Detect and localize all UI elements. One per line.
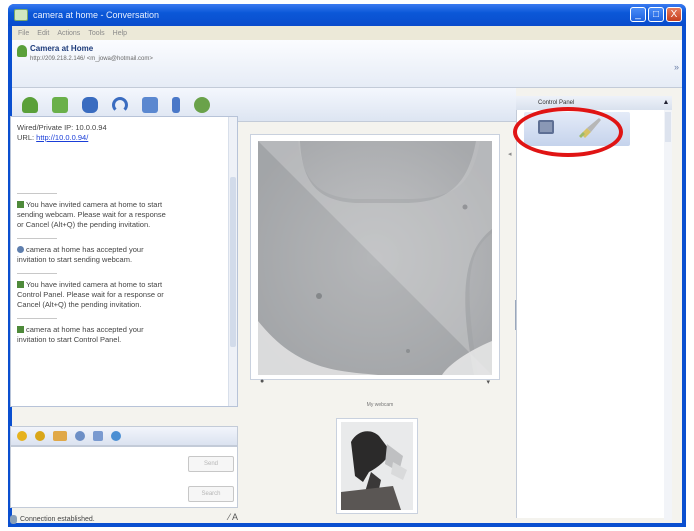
send-button[interactable]: Send [188, 456, 234, 472]
message-text: Cancel (Alt+Q) the pending invitation. [17, 300, 142, 309]
activities-icon[interactable] [194, 96, 210, 113]
my-webcam-preview [341, 422, 413, 510]
connection-icon [10, 514, 17, 524]
maximize-button[interactable]: □ [648, 7, 664, 22]
invite-icon[interactable] [22, 96, 38, 113]
menu-help[interactable]: Help [113, 30, 127, 37]
message-text: sending webcam. Please wait for a respon… [17, 210, 166, 219]
contact-name[interactable]: Camera at Home [30, 44, 93, 53]
webcam-invite-icon [17, 201, 24, 208]
message-divider [17, 273, 57, 274]
block-icon[interactable] [172, 96, 180, 113]
control-panel-scrollbar[interactable] [664, 110, 672, 520]
chat-message: camera at home has accepted your invitat… [17, 325, 225, 345]
share-icon[interactable] [142, 96, 158, 113]
contact-status-icon [17, 45, 27, 57]
video-options-arrow-icon[interactable]: ▾ [486, 378, 490, 386]
compose-toolbar [10, 426, 238, 446]
url-line: URL: http://10.0.0.94/ [17, 133, 225, 143]
chat-scroll-thumb[interactable] [230, 177, 236, 347]
font-icon[interactable] [93, 431, 103, 441]
voice-clip-icon[interactable] [75, 431, 85, 441]
ip-line: Wired/Private IP: 10.0.0.94 [17, 123, 107, 132]
message-text: invitation to start sending webcam. [17, 255, 133, 264]
status-tools[interactable]: ⁄ A [228, 512, 238, 522]
message-text: Control Panel. Please wait for a respons… [17, 290, 164, 299]
wink-icon[interactable] [35, 431, 45, 441]
menu-actions[interactable]: Actions [57, 30, 80, 37]
window-title: camera at home - Conversation [33, 10, 160, 20]
webcam-icon[interactable] [82, 96, 98, 113]
url-link[interactable]: http://10.0.0.94/ [36, 133, 88, 142]
status-text: Connection established. [20, 515, 95, 523]
menu-file[interactable]: File [18, 30, 29, 37]
emoticon-icon[interactable] [17, 431, 27, 441]
info-icon [17, 246, 24, 253]
message-text: You have invited camera at home to start [26, 200, 163, 209]
chat-message: You have invited camera at home to start… [17, 200, 225, 230]
message-text: camera at home has accepted your [26, 325, 144, 334]
expand-arrow-icon[interactable]: » [674, 62, 679, 72]
message-divider [17, 193, 57, 194]
search-button[interactable]: Search [188, 486, 234, 502]
chat-message: You have invited camera at home to start… [17, 280, 225, 310]
contact-header: Camera at Home http://209.218.2.146/ <m_… [12, 40, 682, 88]
chat-history[interactable]: Wired/Private IP: 10.0.0.94 URL: http://… [10, 116, 238, 407]
video-controls: ● ▾ [258, 378, 492, 388]
preview-label: My webcam [366, 402, 394, 408]
video-settings-icon[interactable]: ● [260, 378, 264, 385]
message-text: You have invited camera at home to start [26, 280, 163, 289]
message-text: camera at home has accepted your [26, 245, 144, 254]
collapse-button[interactable]: ▲ [660, 96, 672, 110]
call-icon[interactable] [112, 96, 128, 113]
message-text: or Cancel (Alt+Q) the pending invitation… [17, 220, 151, 229]
chat-scrollbar[interactable] [228, 117, 237, 406]
title-bar[interactable]: camera at home - Conversation _ □ X [8, 4, 686, 26]
url-prefix: URL: [17, 133, 37, 142]
nudge-icon[interactable] [53, 431, 67, 441]
menu-bar: File Edit Actions Tools Help [12, 26, 682, 40]
control-panel-title: Control Panel [538, 100, 575, 106]
message-divider [17, 238, 57, 239]
message-divider [17, 318, 57, 319]
chat-content: Wired/Private IP: 10.0.0.94 URL: http://… [17, 123, 225, 347]
minimize-button[interactable]: _ [630, 7, 646, 22]
menu-edit[interactable]: Edit [37, 30, 49, 37]
control-panel-scroll-thumb[interactable] [665, 112, 671, 142]
remote-webcam-video [258, 141, 492, 375]
message-text: invitation to start Control Panel. [17, 335, 122, 344]
contact-email: http://209.218.2.146/ <m_jowa@hotmail.co… [30, 56, 153, 62]
highlight-ring [513, 107, 623, 157]
control-panel-header: Control Panel ▲ [516, 96, 672, 110]
messenger-icon [14, 9, 28, 21]
send-files-icon[interactable] [52, 96, 68, 113]
pane-collapse-arrow-icon[interactable]: ◂ [508, 150, 512, 190]
window-controls: _ □ X [630, 7, 682, 22]
backgrounds-icon[interactable] [111, 431, 121, 441]
chat-message: camera at home has accepted your invitat… [17, 245, 225, 265]
menu-tools[interactable]: Tools [88, 30, 104, 37]
control-invite-icon [17, 281, 24, 288]
close-button[interactable]: X [666, 7, 682, 22]
status-bar: Connection established. ⁄ A [10, 512, 240, 526]
accepted-icon [17, 326, 24, 333]
control-panel [516, 96, 672, 518]
